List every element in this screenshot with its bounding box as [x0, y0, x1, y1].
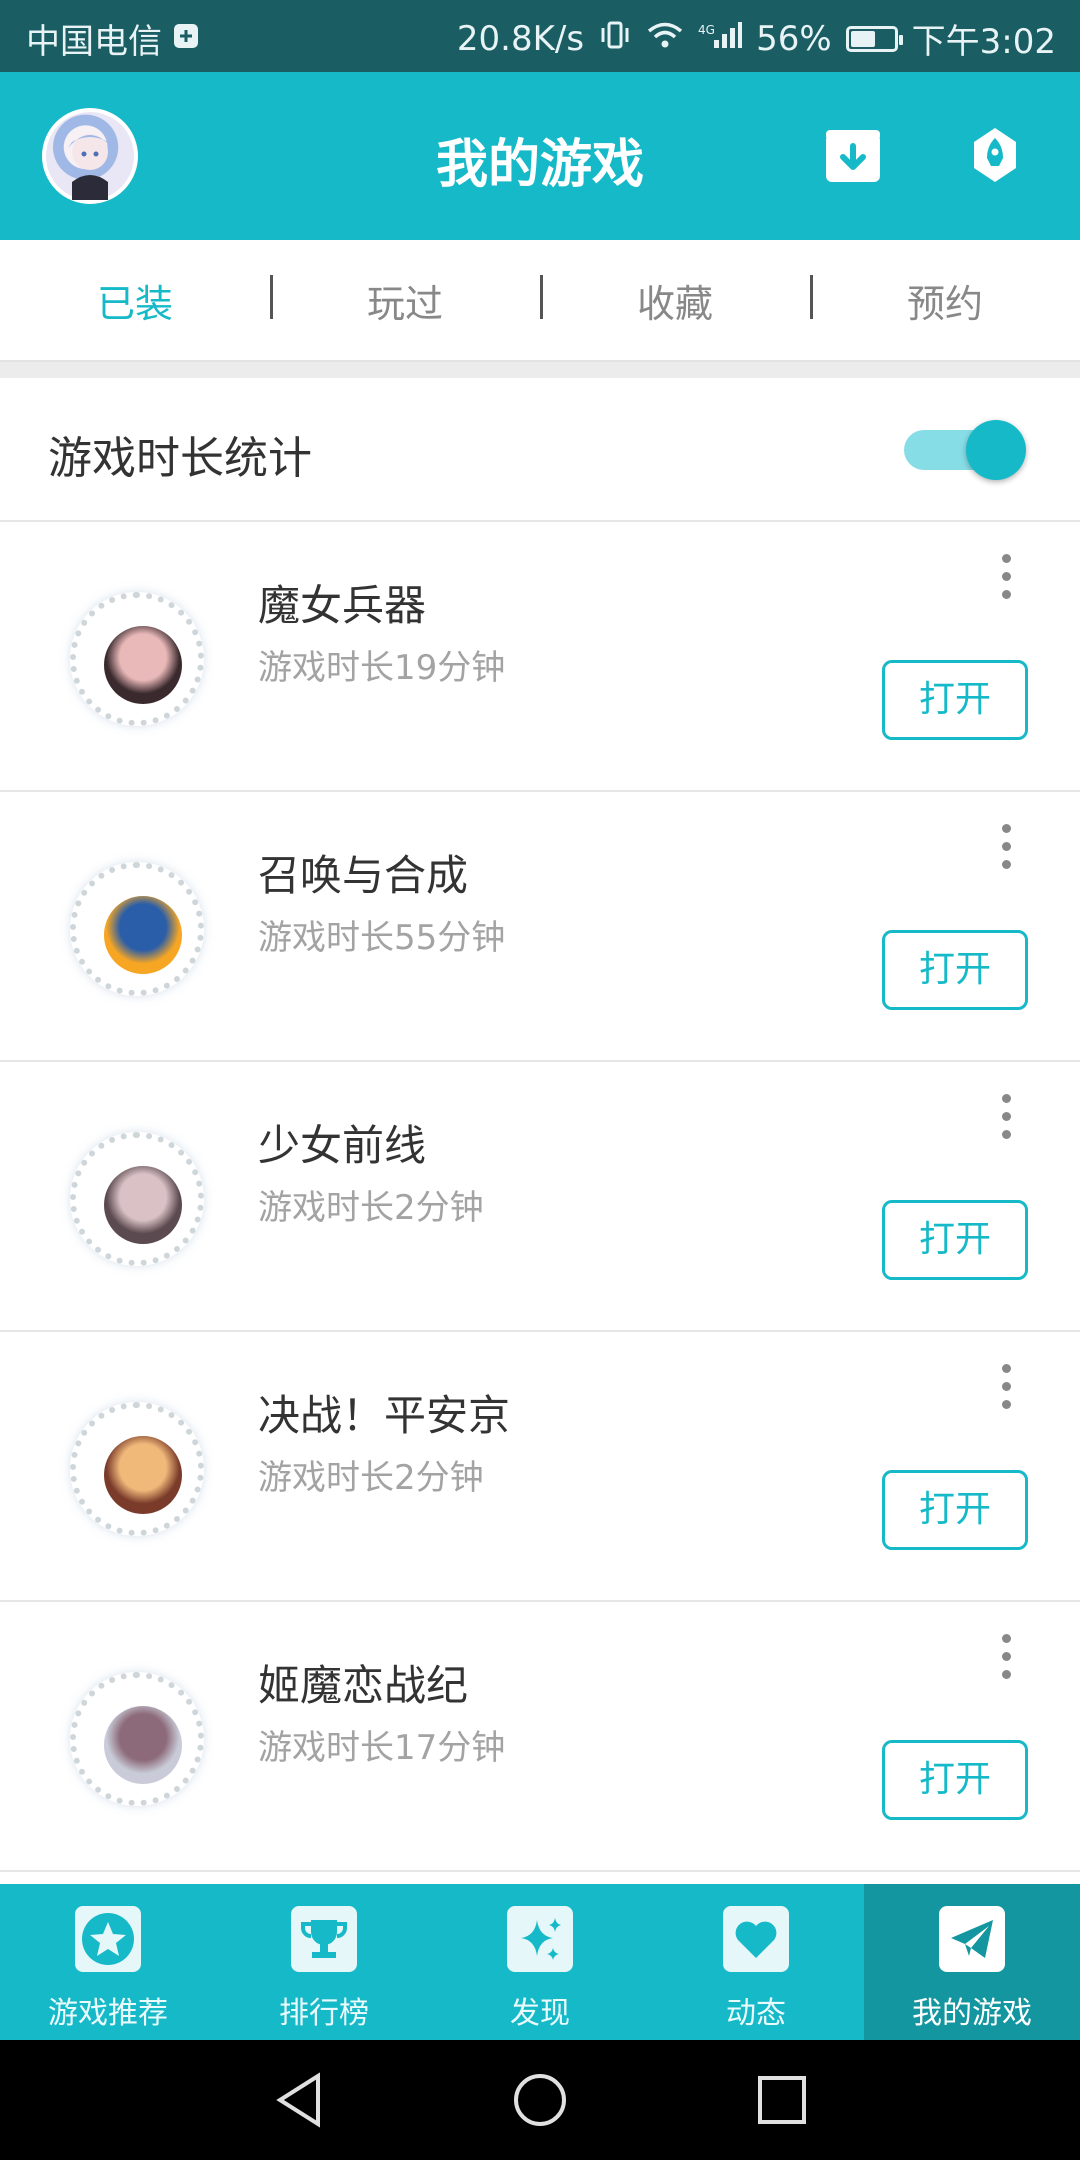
game-name: 魔女兵器: [258, 581, 427, 630]
open-button[interactable]: 打开: [882, 1740, 1028, 1820]
carrier-label: 中国电信: [26, 22, 162, 62]
game-name: 召唤与合成: [258, 851, 469, 900]
more-options-icon[interactable]: [990, 1630, 1020, 1690]
recents-button[interactable]: [754, 2070, 810, 2134]
battery-icon: [845, 25, 903, 52]
open-button[interactable]: 打开: [882, 1470, 1028, 1550]
playtime-stats-row: 游戏时长统计: [0, 378, 1080, 522]
game-icon: [104, 626, 182, 704]
nav-my-games[interactable]: 我的游戏: [864, 1884, 1080, 2040]
game-playtime: 游戏时长2分钟: [258, 1188, 484, 1228]
game-playtime: 游戏时长55分钟: [258, 918, 506, 958]
toggle-knob: [966, 420, 1026, 480]
game-icon-frame: [70, 592, 204, 726]
clock: 下午3:02: [911, 22, 1056, 62]
network-type: 4G: [698, 23, 715, 37]
network-speed: 20.8K/s: [456, 18, 585, 59]
home-button[interactable]: [510, 2070, 570, 2134]
more-options-icon[interactable]: [990, 1090, 1020, 1150]
list-item[interactable]: 决战！平安京 游戏时长2分钟 打开: [0, 1332, 1080, 1602]
game-name: 少女前线: [258, 1121, 427, 1170]
page-title: 我的游戏: [435, 135, 644, 195]
tab-favorites[interactable]: 收藏: [540, 273, 810, 328]
rocket-button[interactable]: [966, 126, 1024, 184]
open-button[interactable]: 打开: [882, 1200, 1028, 1280]
more-options-icon[interactable]: [990, 1360, 1020, 1420]
nav-game-recommend[interactable]: 游戏推荐: [0, 1884, 216, 2040]
nav-label: 发现: [510, 1996, 570, 2031]
recents-icon: [758, 2076, 806, 2124]
download-icon: [826, 130, 880, 182]
wifi-icon: [646, 19, 684, 59]
game-icon: [104, 1706, 182, 1784]
download-button[interactable]: [824, 126, 882, 184]
list-item[interactable]: 魔女兵器 游戏时长19分钟 打开: [0, 522, 1080, 792]
game-name: 决战！平安京: [258, 1391, 511, 1440]
tab-played[interactable]: 玩过: [270, 273, 540, 328]
game-icon: [104, 1436, 182, 1514]
game-icon: [104, 1166, 182, 1244]
nav-activity[interactable]: 动态: [648, 1884, 864, 2040]
game-icon-frame: [70, 862, 204, 996]
paper-plane-icon: [939, 1906, 1005, 1972]
open-button[interactable]: 打开: [882, 930, 1028, 1010]
nav-label: 排行榜: [279, 1996, 369, 2031]
status-bar: 中国电信 20.8K/s 4G 56% 下午3:02: [0, 0, 1080, 72]
notification-icon: [172, 19, 200, 59]
tab-reservations[interactable]: 预约: [810, 273, 1080, 328]
heart-icon: [723, 1906, 789, 1972]
tab-installed[interactable]: 已装: [0, 273, 270, 328]
section-divider: [0, 362, 1080, 378]
home-icon: [514, 2074, 566, 2126]
nav-label: 我的游戏: [912, 1996, 1032, 2031]
game-icon: [104, 896, 182, 974]
game-name: 姬魔恋战纪: [258, 1661, 469, 1710]
playtime-stats-toggle[interactable]: [904, 420, 1026, 480]
playtime-stats-label: 游戏时长统计: [48, 433, 312, 484]
app-header: 我的游戏: [0, 72, 1080, 240]
nav-label: 游戏推荐: [48, 1996, 168, 2031]
list-item[interactable]: 少女前线 游戏时长2分钟 打开: [0, 1062, 1080, 1332]
back-icon: [276, 2072, 320, 2128]
nav-label: 动态: [726, 1996, 786, 2031]
battery-percent: 56%: [756, 18, 832, 59]
tab-bar: 已装 玩过 收藏 预约: [0, 240, 1080, 362]
game-list: 魔女兵器 游戏时长19分钟 打开 召唤与合成 游戏时长55分钟 打开 少女前线 …: [0, 522, 1080, 1872]
sparkle-icon: [507, 1906, 573, 1972]
trophy-icon: [291, 1906, 357, 1972]
game-playtime: 游戏时长17分钟: [258, 1728, 506, 1768]
star-icon: [75, 1906, 141, 1972]
game-icon-frame: [70, 1402, 204, 1536]
rocket-icon: [974, 128, 1016, 182]
nav-ranking[interactable]: 排行榜: [216, 1884, 432, 2040]
system-nav-bar: [0, 2040, 1080, 2160]
signal-icon: 4G: [698, 19, 743, 59]
list-item[interactable]: 姬魔恋战纪 游戏时长17分钟 打开: [0, 1602, 1080, 1872]
game-playtime: 游戏时长19分钟: [258, 648, 506, 688]
bottom-nav: 游戏推荐 排行榜 发现 动态 我的游戏: [0, 1884, 1080, 2040]
back-button[interactable]: [272, 2070, 328, 2134]
more-options-icon[interactable]: [990, 820, 1020, 880]
list-item[interactable]: 召唤与合成 游戏时长55分钟 打开: [0, 792, 1080, 1062]
game-icon-frame: [70, 1672, 204, 1806]
more-options-icon[interactable]: [990, 550, 1020, 610]
nav-discover[interactable]: 发现: [432, 1884, 648, 2040]
game-icon-frame: [70, 1132, 204, 1266]
vibrate-icon: [598, 19, 632, 59]
game-playtime: 游戏时长2分钟: [258, 1458, 484, 1498]
open-button[interactable]: 打开: [882, 660, 1028, 740]
